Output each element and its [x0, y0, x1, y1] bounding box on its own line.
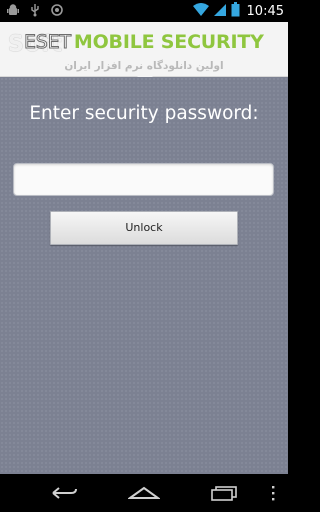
- menu-icon[interactable]: [266, 483, 280, 503]
- battery-icon: [231, 2, 240, 21]
- status-left-icons: [6, 3, 64, 17]
- main-panel: Enter security password: Unlock: [0, 77, 288, 474]
- back-icon[interactable]: [48, 483, 80, 503]
- brand-logo: ESET MOBILE SECURITY: [24, 31, 264, 54]
- app-header: Soft ESET MOBILE SECURITY اولین دانلودگاه…: [0, 22, 288, 77]
- sync-icon: [50, 3, 64, 17]
- password-prompt: Enter security password:: [29, 103, 259, 124]
- unlock-button[interactable]: Unlock: [50, 211, 238, 245]
- home-icon[interactable]: [126, 483, 162, 503]
- recent-apps-icon[interactable]: [206, 483, 242, 503]
- status-bar: 10:45: [0, 0, 288, 22]
- status-time: 10:45: [246, 4, 284, 19]
- android-debug-icon: [6, 3, 20, 17]
- watermark-subtitle: اولین دانلودگاه نرم افزار ایران: [64, 60, 224, 72]
- signal-icon: [213, 2, 227, 21]
- brand-eset: ESET: [24, 31, 72, 54]
- navigation-bar: [0, 474, 288, 512]
- usb-icon: [28, 3, 42, 17]
- password-input[interactable]: [13, 163, 274, 196]
- wifi-icon: [192, 2, 209, 21]
- brand-mobile-security: MOBILE SECURITY: [73, 31, 264, 53]
- status-right-icons: 10:45: [192, 2, 284, 21]
